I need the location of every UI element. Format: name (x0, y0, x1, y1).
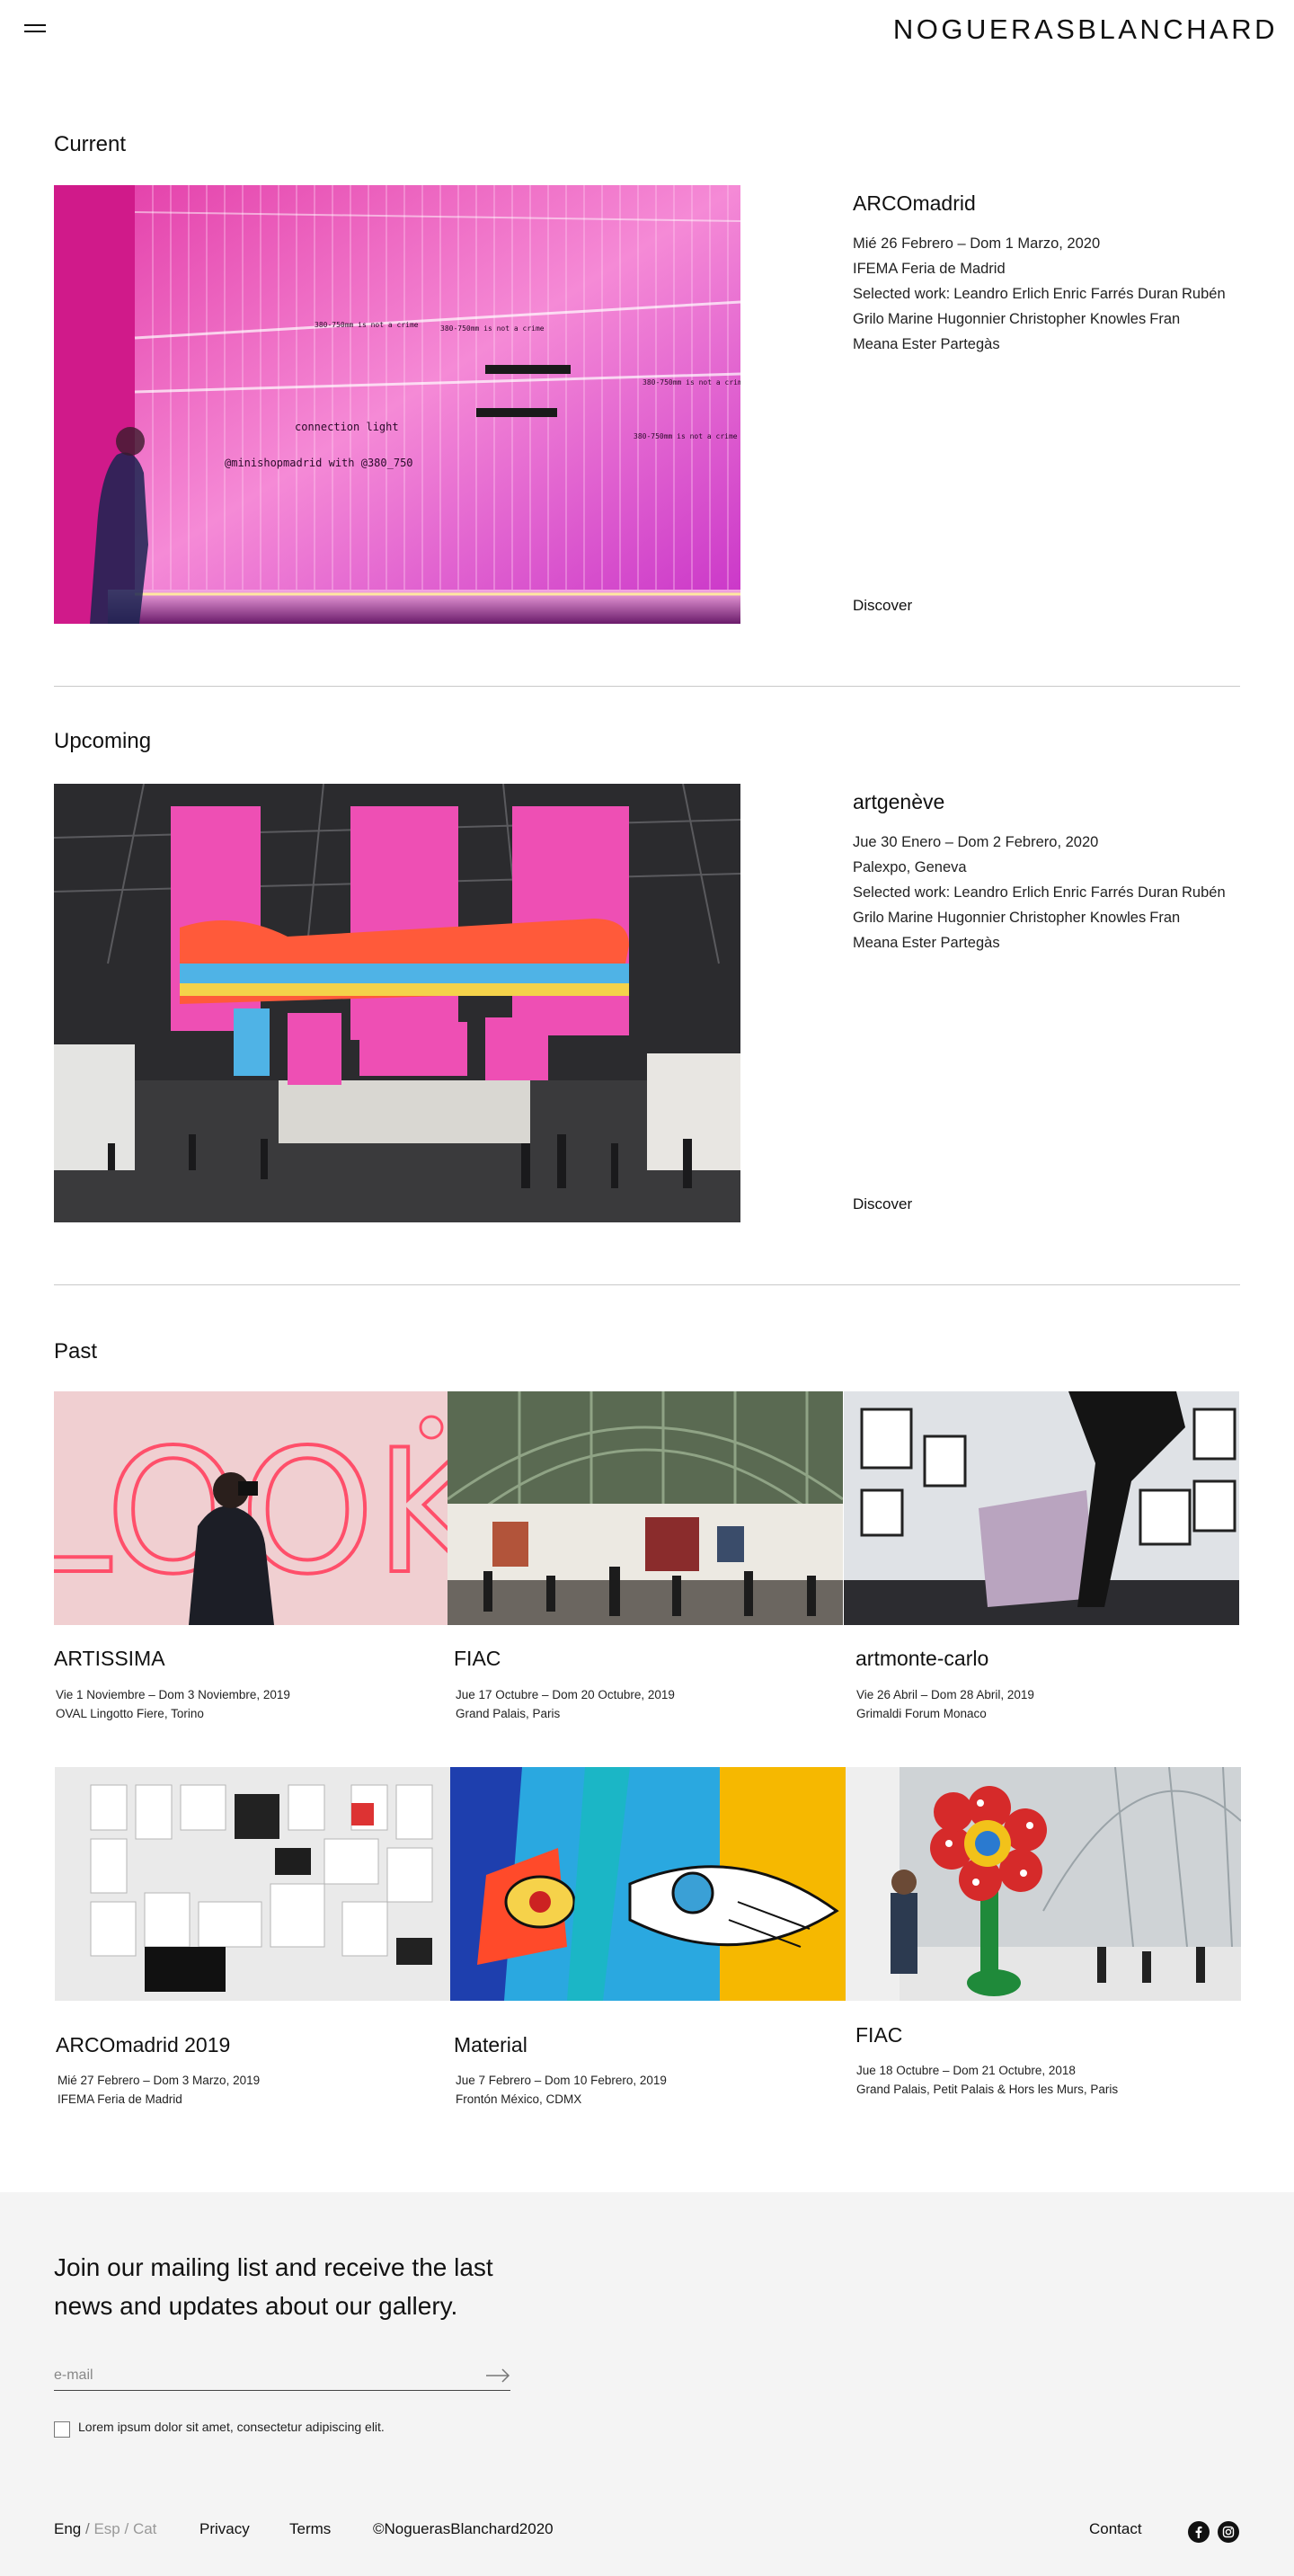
upcoming-exhibition-image[interactable] (54, 784, 740, 1222)
artist-link[interactable]: Leandro Erlich (953, 286, 1049, 302)
artist-link[interactable]: Enric Farrés Duran (1053, 884, 1178, 901)
past-item-title[interactable]: ARTISSIMA (54, 1647, 165, 1671)
lang-cat[interactable]: Cat (133, 2520, 156, 2537)
past-item-venue: Grimaldi Forum Monaco (856, 1707, 987, 1720)
arrow-right-icon[interactable] (485, 2367, 510, 2384)
past-item-venue: Frontón México, CDMX (456, 2092, 582, 2106)
email-field[interactable] (54, 2362, 476, 2389)
image-text-1: 380-750mm is not a crime (315, 321, 419, 329)
section-title-current: Current (54, 132, 127, 156)
image-text-6: 380-750mm is not a crime (634, 432, 738, 440)
image-text-2: 380-750mm is not a crime (440, 324, 545, 333)
newsletter-section: Join our mailing list and receive the la… (0, 2192, 1294, 2576)
lang-separator: / (84, 2520, 90, 2537)
past-item-venue: OVAL Lingotto Fiere, Torino (56, 1707, 204, 1720)
site-header: NOGUERASBLANCHARD (0, 0, 1294, 59)
upcoming-exhibition-info: artgenève Jue 30 Enero – Dom 2 Febrero, … (853, 790, 1257, 955)
lang-separator: / (124, 2520, 129, 2537)
newsletter-text: Join our mailing list and receive the la… (54, 2253, 493, 2320)
past-item-image[interactable]: LOOK (54, 1391, 449, 1625)
privacy-link[interactable]: Privacy (199, 2520, 250, 2538)
artist-link[interactable]: Ester Partegàs (901, 336, 999, 352)
past-item-dates: Jue 7 Febrero – Dom 10 Febrero, 2019 (456, 2074, 667, 2087)
past-item-image[interactable] (844, 1391, 1239, 1625)
lang-esp[interactable]: Esp (93, 2520, 120, 2537)
past-item-image[interactable] (448, 1391, 843, 1625)
copyright-text: ©NoguerasBlanchard2020 (373, 2520, 554, 2537)
past-item-dates: Vie 26 Abril – Dom 28 Abril, 2019 (856, 1688, 1034, 1701)
artist-link[interactable]: Christopher Knowles (1009, 910, 1146, 926)
past-item-venue: Grand Palais, Petit Palais & Hors les Mu… (856, 2083, 1119, 2096)
past-item-title[interactable]: FIAC (855, 2023, 902, 2047)
menu-icon[interactable] (24, 22, 46, 35)
past-item-title[interactable]: FIAC (454, 1647, 501, 1671)
artist-link[interactable]: Enric Farrés Duran (1053, 286, 1178, 302)
image-text-5: 380-750mm is not a crime (643, 378, 740, 386)
past-item-title[interactable]: ARCOmadrid 2019 (56, 2033, 230, 2057)
section-divider (54, 686, 1240, 687)
artist-link[interactable]: Leandro Erlich (953, 884, 1049, 901)
instagram-icon[interactable] (1218, 2521, 1239, 2543)
upcoming-exhibition-title[interactable]: artgenève (853, 790, 1257, 814)
selected-works-label: Selected work: (853, 884, 951, 901)
contact-link[interactable]: Contact (1089, 2520, 1142, 2538)
facebook-icon[interactable] (1188, 2521, 1210, 2543)
current-exhibition-image[interactable]: 380-750mm is not a crime 380-750mm is no… (54, 185, 740, 624)
section-title-upcoming: Upcoming (54, 729, 152, 753)
terms-link[interactable]: Terms (289, 2520, 331, 2538)
past-item-title[interactable]: Material (454, 2033, 527, 2057)
artist-link[interactable]: Christopher Knowles (1009, 311, 1146, 327)
past-item-venue: Grand Palais, Paris (456, 1707, 561, 1720)
past-item-venue: IFEMA Feria de Madrid (58, 2092, 182, 2106)
language-switcher: Eng / Esp / Cat (54, 2520, 156, 2538)
past-item-dates: Mié 27 Febrero – Dom 3 Marzo, 2019 (58, 2074, 261, 2087)
past-item-dates: Jue 17 Octubre – Dom 20 Octubre, 2019 (456, 1688, 675, 1701)
upcoming-discover-link[interactable]: Discover (853, 1195, 912, 1213)
image-text-4: @minishopmadrid with @380_750 (225, 457, 413, 469)
current-discover-link[interactable]: Discover (853, 597, 912, 615)
current-exhibition-title[interactable]: ARCOmadrid (853, 191, 1257, 216)
selected-works-label: Selected work: (853, 286, 951, 302)
artist-link[interactable]: Ester Partegàs (901, 935, 999, 951)
current-exhibition-dates: Mié 26 Febrero – Dom 1 Marzo, 2020 (853, 235, 1101, 252)
section-divider (54, 1284, 1240, 1285)
past-item-image[interactable] (846, 1767, 1241, 2001)
past-item-image[interactable] (450, 1767, 846, 2001)
past-item-dates: Jue 18 Octubre – Dom 21 Octubre, 2018 (856, 2064, 1076, 2077)
site-logo[interactable]: NOGUERASBLANCHARD (893, 13, 1278, 46)
upcoming-exhibition-venue: Palexpo, Geneva (853, 859, 967, 875)
current-selected-works: Selected work: Leandro Erlich Enric Farrés… (853, 281, 1257, 357)
upcoming-selected-works: Selected work: Leandro Erlich Enric Farrés… (853, 880, 1257, 955)
past-item-dates: Vie 1 Noviembre – Dom 3 Noviembre, 2019 (56, 1688, 290, 1701)
artist-link[interactable]: Marine Hugonnier (888, 311, 1006, 327)
current-exhibition-venue: IFEMA Feria de Madrid (853, 261, 1006, 277)
current-exhibition-info: ARCOmadrid Mié 26 Febrero – Dom 1 Marzo,… (853, 191, 1257, 357)
artist-link[interactable]: Marine Hugonnier (888, 910, 1006, 926)
email-field-wrap (54, 2362, 510, 2391)
past-item-title[interactable]: artmonte-carlo (855, 1647, 988, 1671)
consent-checkbox[interactable] (54, 2421, 70, 2438)
image-text-3: connection light (295, 421, 399, 433)
upcoming-exhibition-dates: Jue 30 Enero – Dom 2 Febrero, 2020 (853, 834, 1099, 850)
past-item-image[interactable] (55, 1767, 450, 2001)
lang-eng[interactable]: Eng (54, 2520, 81, 2537)
section-title-past: Past (54, 1339, 98, 1364)
consent-label: Lorem ipsum dolor sit amet, consectetur … (78, 2420, 385, 2434)
